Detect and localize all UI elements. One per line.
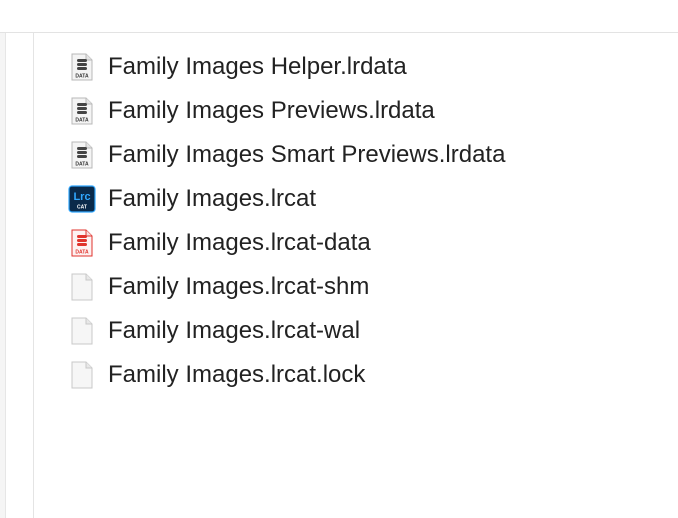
svg-text:DATA: DATA bbox=[75, 250, 89, 256]
file-name: Family Images.lrcat-wal bbox=[108, 317, 361, 344]
database-document-icon: DATA bbox=[68, 141, 96, 169]
database-document-icon: DATA bbox=[68, 97, 96, 125]
file-name: Family Images.lrcat-shm bbox=[108, 273, 370, 300]
lightroom-catalog-icon: Lrc CAT bbox=[68, 185, 96, 213]
blank-document-icon bbox=[68, 273, 96, 301]
file-row[interactable]: Family Images.lrcat-shm bbox=[34, 265, 678, 309]
file-name: Family Images Previews.lrdata bbox=[108, 97, 435, 124]
file-name: Family Images Helper.lrdata bbox=[108, 53, 407, 80]
file-row[interactable]: Family Images.lrcat-wal bbox=[34, 309, 678, 353]
svg-text:Lrc: Lrc bbox=[73, 191, 90, 203]
file-list: DATA Family Images Helper.lrdata DATA Fa… bbox=[34, 45, 678, 397]
blank-document-icon bbox=[68, 317, 96, 345]
svg-text:DATA: DATA bbox=[75, 118, 89, 124]
blank-document-icon bbox=[68, 361, 96, 389]
file-name: Family Images Smart Previews.lrdata bbox=[108, 141, 506, 168]
red-database-document-icon: DATA bbox=[68, 229, 96, 257]
svg-text:DATA: DATA bbox=[75, 162, 89, 168]
file-row[interactable]: DATA Family Images Helper.lrdata bbox=[34, 45, 678, 89]
svg-text:DATA: DATA bbox=[75, 74, 89, 80]
file-row[interactable]: DATA Family Images.lrcat-data bbox=[34, 221, 678, 265]
database-document-icon: DATA bbox=[68, 53, 96, 81]
file-name: Family Images.lrcat bbox=[108, 185, 317, 212]
file-row[interactable]: Family Images.lrcat.lock bbox=[34, 353, 678, 397]
sidebar-edge[interactable] bbox=[0, 33, 6, 518]
file-row[interactable]: DATA Family Images Previews.lrdata bbox=[34, 89, 678, 133]
svg-text:CAT: CAT bbox=[77, 205, 87, 211]
file-name: Family Images.lrcat-data bbox=[108, 229, 371, 256]
file-row[interactable]: Lrc CAT Family Images.lrcat bbox=[34, 177, 678, 221]
finder-window: DATA Family Images Helper.lrdata DATA Fa… bbox=[0, 0, 678, 518]
file-name: Family Images.lrcat.lock bbox=[108, 361, 366, 388]
toolbar-area bbox=[0, 0, 678, 33]
file-row[interactable]: DATA Family Images Smart Previews.lrdata bbox=[34, 133, 678, 177]
